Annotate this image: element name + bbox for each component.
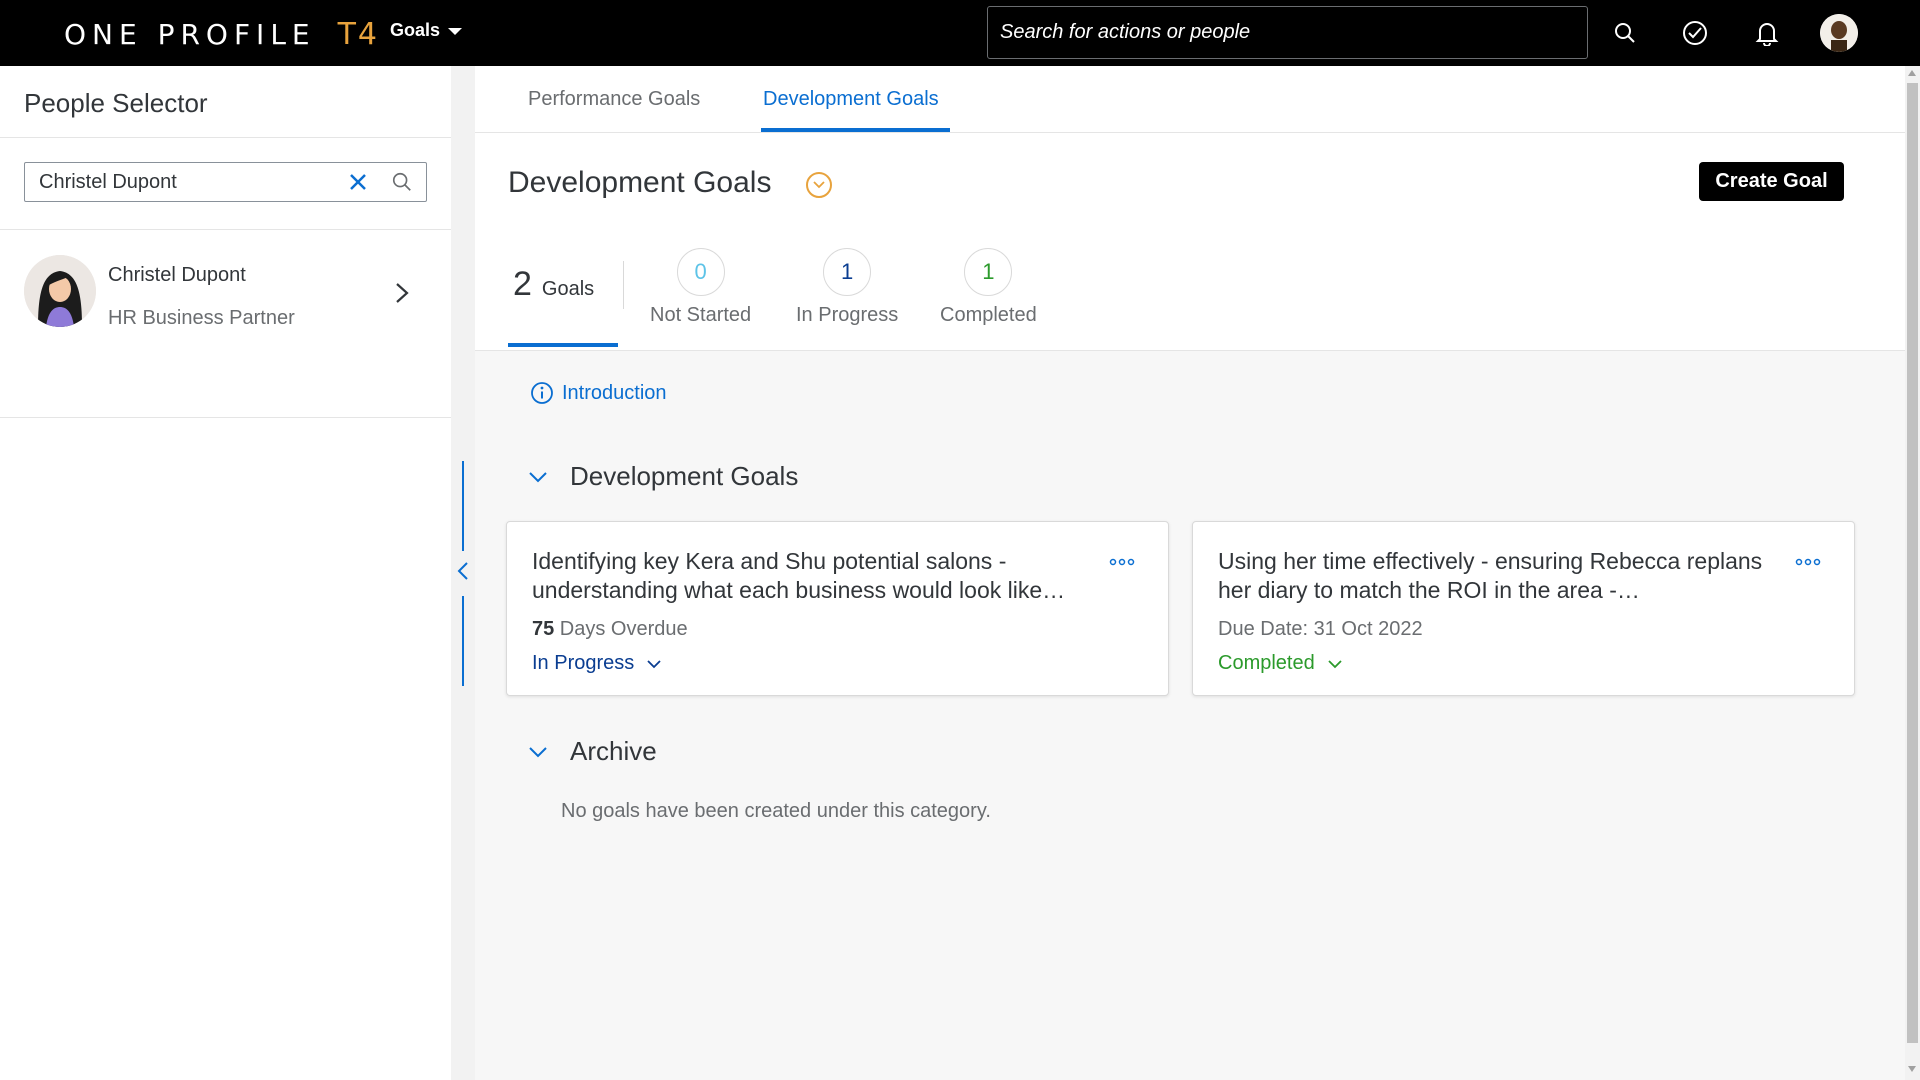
collapse-panel-icon[interactable]	[453, 556, 473, 586]
stat-in-progress[interactable]: 1 In Progress	[796, 248, 898, 327]
person-list-item[interactable]: Christel Dupont HR Business Partner	[0, 230, 451, 417]
more-options-icon[interactable]	[1793, 552, 1823, 572]
logo-suffix: T4	[337, 16, 380, 52]
global-search-input[interactable]	[987, 6, 1588, 59]
splitter-bar	[462, 461, 464, 551]
goal-due-text: Due Date: 31 Oct 2022	[1218, 618, 1423, 640]
goal-title: Using her time effectively - ensuring Re…	[1218, 548, 1763, 603]
people-selector-panel: People Selector Christel Dupont HR Busin…	[0, 66, 451, 1080]
scroll-down-arrow-icon[interactable]	[1908, 1066, 1916, 1072]
completed-label: Completed	[940, 304, 1037, 326]
archive-empty-message: No goals have been created under this ca…	[561, 800, 991, 822]
divider	[623, 261, 624, 309]
stat-not-started[interactable]: 0 Not Started	[650, 248, 751, 327]
user-avatar[interactable]	[1820, 14, 1858, 52]
notifications-bell-icon[interactable]	[1750, 16, 1784, 50]
chevron-down-icon	[647, 659, 661, 668]
people-search-field	[24, 162, 427, 202]
goal-card[interactable]: Identifying key Kera and Shu potential s…	[506, 521, 1169, 696]
caret-down-icon	[448, 28, 463, 35]
approvals-check-icon[interactable]	[1678, 16, 1712, 50]
scrollbar-thumb[interactable]	[1907, 83, 1918, 1043]
goal-status-dropdown[interactable]: Completed	[1218, 652, 1343, 675]
clear-icon[interactable]	[343, 167, 373, 197]
app-logo[interactable]: ONE PROFILE T4	[64, 14, 379, 54]
splitter-bar	[462, 596, 464, 686]
more-options-icon[interactable]	[1107, 552, 1137, 572]
chevron-down-icon	[1328, 659, 1342, 668]
goals-menu-button[interactable]: Goals	[390, 20, 463, 41]
goals-header: Development Goals Create Goal 2 Goals 0 …	[475, 133, 1905, 351]
people-selector-title: People Selector	[24, 88, 208, 118]
tab-bar: Performance Goals Development Goals	[475, 66, 1905, 133]
goal-due-info: 75 Days Overdue	[532, 618, 688, 641]
create-goal-button[interactable]: Create Goal	[1699, 162, 1844, 201]
introduction-label: Introduction	[562, 381, 667, 404]
top-bar: ONE PROFILE T4 Goals	[0, 0, 1920, 66]
search-icon[interactable]	[1608, 16, 1642, 50]
not-started-count: 0	[676, 248, 725, 296]
info-icon	[531, 382, 553, 404]
overdue-days: 75	[532, 618, 555, 640]
section-title: Development Goals	[570, 461, 799, 491]
goal-title: Identifying key Kera and Shu potential s…	[532, 548, 1066, 603]
divider	[0, 137, 451, 138]
divider	[0, 417, 451, 418]
panel-splitter[interactable]	[451, 66, 475, 1080]
section-title: Archive	[570, 736, 657, 766]
main-content: Performance Goals Development Goals Deve…	[475, 66, 1905, 1080]
completed-count: 1	[964, 248, 1013, 296]
not-started-label: Not Started	[650, 304, 752, 326]
goal-card[interactable]: Using her time effectively - ensuring Re…	[1192, 521, 1855, 696]
chevron-down-icon[interactable]	[806, 172, 832, 198]
chevron-down-icon	[529, 471, 547, 482]
person-name: Christel Dupont	[108, 264, 246, 286]
vertical-scrollbar[interactable]	[1905, 66, 1920, 1080]
active-stat-indicator	[508, 343, 618, 347]
scroll-up-arrow-icon[interactable]	[1908, 70, 1916, 76]
tab-performance-goals[interactable]: Performance Goals	[528, 88, 700, 111]
active-tab-indicator	[761, 128, 950, 132]
in-progress-label: In Progress	[796, 304, 899, 326]
page-title: Development Goals	[508, 166, 772, 199]
tab-development-goals[interactable]: Development Goals	[763, 88, 939, 111]
people-search-input[interactable]	[39, 163, 339, 201]
chevron-right-icon	[390, 278, 414, 308]
total-goals-label: Goals	[541, 278, 595, 300]
goal-due-text: Days Overdue	[554, 618, 688, 640]
search-icon[interactable]	[387, 167, 417, 197]
goals-menu-label: Goals	[390, 20, 441, 40]
in-progress-count: 1	[823, 248, 872, 296]
goal-status-label: In Progress	[532, 652, 635, 674]
person-role: HR Business Partner	[108, 307, 295, 329]
section-archive[interactable]: Archive	[528, 736, 657, 767]
person-avatar	[24, 255, 96, 327]
logo-text: ONE PROFILE	[64, 17, 316, 51]
section-development-goals[interactable]: Development Goals	[528, 461, 798, 492]
total-goals-count: 2	[513, 265, 532, 303]
goal-due-info: Due Date: 31 Oct 2022	[1218, 618, 1423, 641]
stat-completed[interactable]: 1 Completed	[940, 248, 1037, 327]
chevron-down-icon	[529, 746, 547, 757]
introduction-link[interactable]: Introduction	[530, 381, 667, 405]
goal-status-dropdown[interactable]: In Progress	[532, 652, 662, 675]
stat-total-goals[interactable]: 2 Goals	[513, 265, 594, 304]
goal-status-label: Completed	[1218, 652, 1315, 674]
